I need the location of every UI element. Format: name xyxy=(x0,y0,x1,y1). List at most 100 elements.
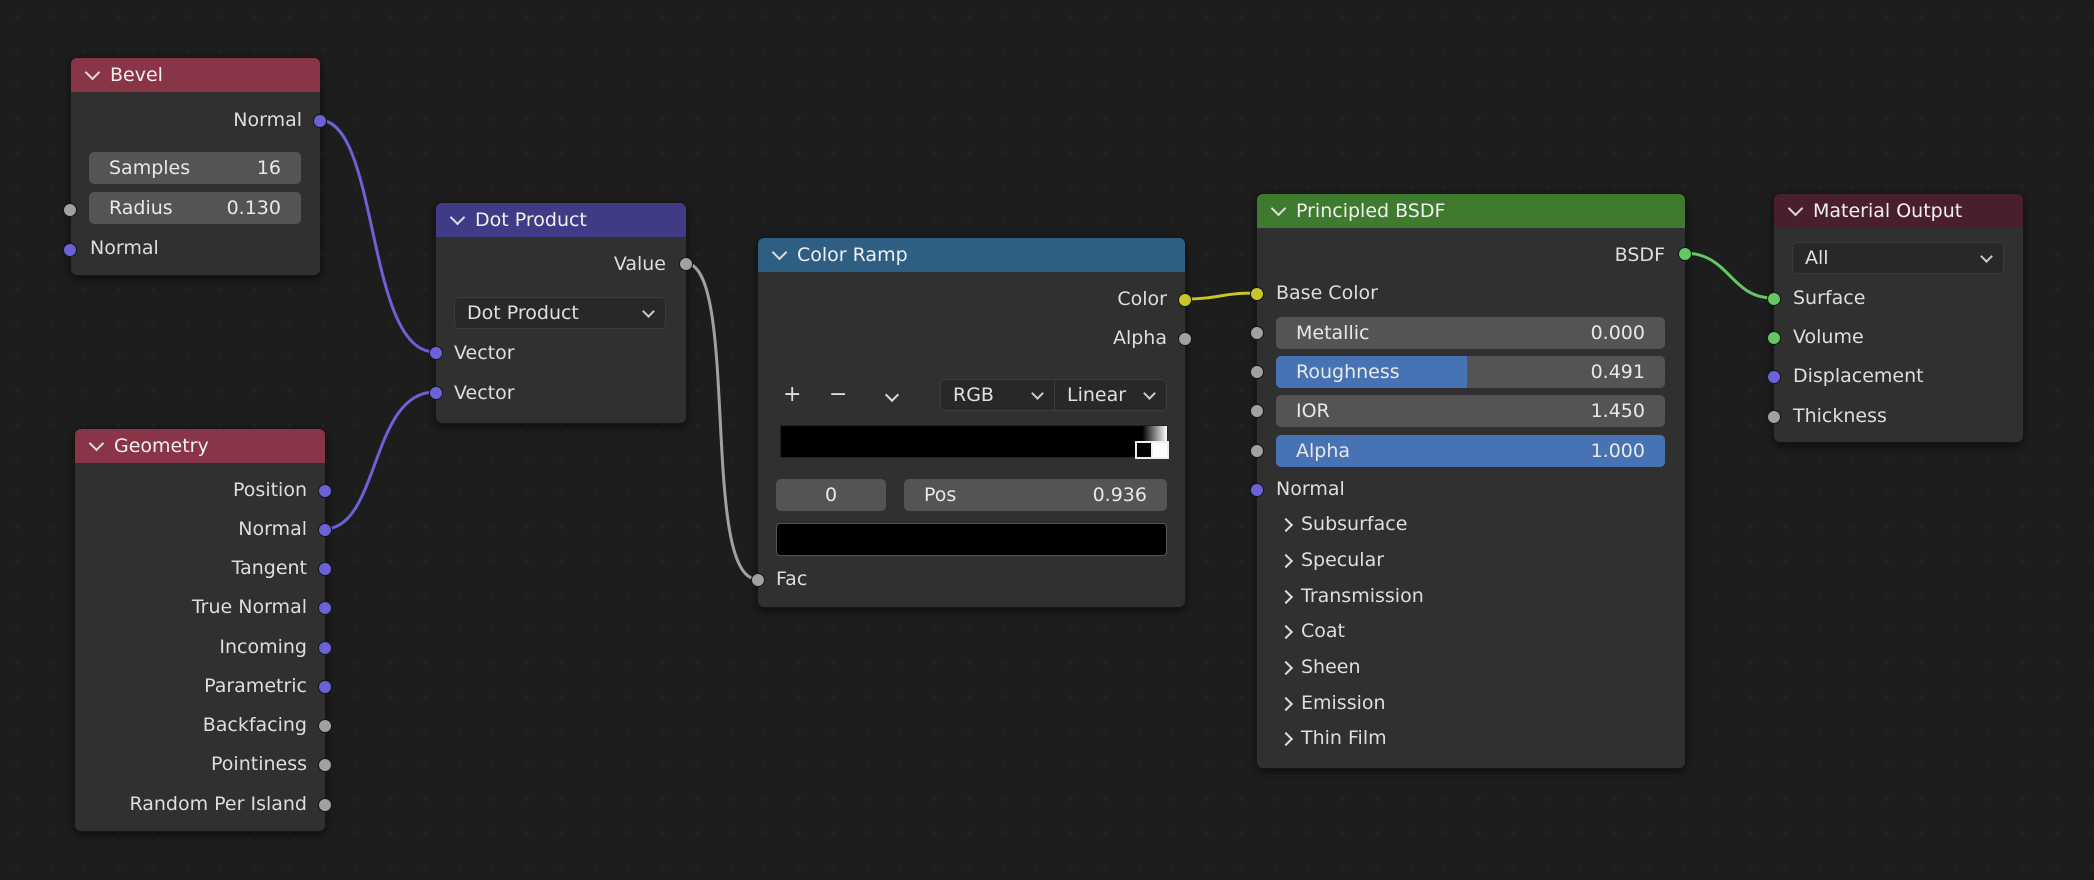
ior-input-socket[interactable] xyxy=(1250,404,1264,418)
panel-coat[interactable]: Coat xyxy=(1278,620,1345,642)
link-ramp-color-to-base-color[interactable] xyxy=(1183,291,1257,301)
chevron-down-icon xyxy=(1031,387,1044,400)
samples-label: Samples xyxy=(109,157,191,179)
bevel-radius-field[interactable]: Radius 0.130 xyxy=(89,192,301,224)
add-stop-button[interactable]: + xyxy=(783,382,801,407)
material-output-node[interactable]: Material Output All Surface Volume Displ… xyxy=(1773,193,2024,443)
position-socket[interactable] xyxy=(318,484,332,498)
metallic-input-socket[interactable] xyxy=(1250,326,1264,340)
panel-specular[interactable]: Specular xyxy=(1278,549,1384,571)
volume-input: Volume xyxy=(1793,326,1864,348)
normal-input-socket[interactable] xyxy=(1250,483,1264,497)
dot-vector-input-socket-2[interactable] xyxy=(429,386,443,400)
bevel-title: Bevel xyxy=(110,64,163,86)
geometry-output-tangent: Tangent xyxy=(231,557,307,579)
chevron-right-icon xyxy=(1278,731,1294,747)
bevel-input-normal: Normal xyxy=(90,237,159,259)
collapse-chevron-icon[interactable] xyxy=(1787,200,1804,217)
material-output-header[interactable]: Material Output xyxy=(1774,194,2023,228)
geometry-output-normal: Normal xyxy=(238,518,307,540)
metallic-field[interactable]: Metallic 0.000 xyxy=(1276,317,1665,349)
base-color-input-socket[interactable] xyxy=(1250,287,1264,301)
ior-field[interactable]: IOR 1.450 xyxy=(1276,395,1665,427)
true-normal-socket[interactable] xyxy=(318,601,332,615)
link-bevel-normal-to-dot-vector[interactable] xyxy=(318,118,436,354)
random-per-island-socket[interactable] xyxy=(318,798,332,812)
collapse-chevron-icon[interactable] xyxy=(771,244,788,261)
parametric-socket[interactable] xyxy=(318,680,332,694)
render-target-dropdown[interactable]: All xyxy=(1792,242,2004,274)
bsdf-output-socket[interactable] xyxy=(1678,247,1692,261)
bevel-radius-input-socket[interactable] xyxy=(63,203,77,217)
panel-sheen[interactable]: Sheen xyxy=(1278,656,1361,678)
chevron-right-icon xyxy=(1278,696,1294,712)
link-dot-value-to-ramp-fac[interactable] xyxy=(684,261,758,581)
backfacing-socket[interactable] xyxy=(318,719,332,733)
interpolation-dropdown[interactable]: Linear xyxy=(1054,379,1167,411)
geometry-node[interactable]: Geometry Position Normal Tangent True No… xyxy=(74,428,326,832)
geometry-output-random-per-island: Random Per Island xyxy=(129,793,307,815)
alpha-field[interactable]: Alpha 1.000 xyxy=(1276,435,1665,467)
dot-value-output-socket[interactable] xyxy=(679,257,693,271)
principled-bsdf-node[interactable]: Principled BSDF BSDF Base Color Metallic… xyxy=(1256,193,1686,769)
alpha-input-socket[interactable] xyxy=(1250,444,1264,458)
collapse-chevron-icon[interactable] xyxy=(84,64,101,81)
geometry-output-backfacing: Backfacing xyxy=(202,714,307,736)
panel-subsurface[interactable]: Subsurface xyxy=(1278,513,1408,535)
volume-input-socket[interactable] xyxy=(1767,331,1781,345)
normal-socket[interactable] xyxy=(318,523,332,537)
color-mode-dropdown[interactable]: RGB xyxy=(940,379,1055,411)
remove-stop-button[interactable]: − xyxy=(829,382,847,407)
ramp-fac-input-socket[interactable] xyxy=(751,573,765,587)
incoming-socket[interactable] xyxy=(318,641,332,655)
dot-product-header[interactable]: Dot Product xyxy=(436,203,686,237)
ior-label: IOR xyxy=(1296,400,1330,422)
roughness-input-socket[interactable] xyxy=(1250,365,1264,379)
dot-vector-input-socket-1[interactable] xyxy=(429,346,443,360)
roughness-field[interactable]: Roughness 0.491 xyxy=(1276,356,1665,388)
ramp-input-fac: Fac xyxy=(776,568,808,590)
color-ramp-gradient[interactable] xyxy=(780,425,1169,459)
surface-input-socket[interactable] xyxy=(1767,292,1781,306)
dot-input-vector-2: Vector xyxy=(454,382,515,404)
collapse-chevron-icon[interactable] xyxy=(1270,200,1287,217)
link-geometry-normal-to-dot-vector[interactable] xyxy=(323,390,436,531)
ramp-options-chevron-icon[interactable] xyxy=(884,387,900,403)
dot-operation-dropdown[interactable]: Dot Product xyxy=(454,297,666,329)
collapse-chevron-icon[interactable] xyxy=(88,435,105,452)
bevel-node[interactable]: Bevel Normal Samples 16 Radius 0.130 Nor… xyxy=(70,57,321,276)
thickness-input: Thickness xyxy=(1793,405,1887,427)
bevel-samples-field[interactable]: Samples 16 xyxy=(89,152,301,184)
panel-transmission[interactable]: Transmission xyxy=(1278,585,1424,607)
geometry-header[interactable]: Geometry xyxy=(75,429,325,463)
geometry-output-parametric: Parametric xyxy=(204,675,307,697)
panel-emission[interactable]: Emission xyxy=(1278,692,1386,714)
roughness-value: 0.491 xyxy=(1590,361,1645,383)
bevel-header[interactable]: Bevel xyxy=(71,58,320,92)
chevron-down-icon xyxy=(1143,387,1156,400)
ramp-color-output-socket[interactable] xyxy=(1178,293,1192,307)
stop-position-field[interactable]: Pos 0.936 xyxy=(904,479,1167,511)
displacement-input-socket[interactable] xyxy=(1767,370,1781,384)
ramp-stop-handle-white[interactable] xyxy=(1151,441,1169,459)
bevel-normal-output-socket[interactable] xyxy=(313,114,327,128)
stop-color-swatch[interactable] xyxy=(776,523,1167,556)
pointiness-socket[interactable] xyxy=(318,758,332,772)
color-ramp-header[interactable]: Color Ramp xyxy=(758,238,1185,272)
tangent-socket[interactable] xyxy=(318,562,332,576)
chevron-right-icon xyxy=(1278,553,1294,569)
link-bsdf-to-surface[interactable] xyxy=(1683,251,1774,300)
ramp-alpha-output-socket[interactable] xyxy=(1178,332,1192,346)
principled-bsdf-header[interactable]: Principled BSDF xyxy=(1257,194,1685,228)
color-ramp-node[interactable]: Color Ramp Color Alpha + − RGB Linear 0 … xyxy=(757,237,1186,608)
metallic-value: 0.000 xyxy=(1590,322,1645,344)
panel-thin-film[interactable]: Thin Film xyxy=(1278,727,1387,749)
radius-label: Radius xyxy=(109,197,173,219)
dot-product-node[interactable]: Dot Product Value Dot Product Vector Vec… xyxy=(435,202,687,424)
thickness-input-socket[interactable] xyxy=(1767,410,1781,424)
panel-label: Subsurface xyxy=(1301,513,1408,535)
collapse-chevron-icon[interactable] xyxy=(449,209,466,226)
geometry-title: Geometry xyxy=(114,435,209,457)
bevel-normal-input-socket[interactable] xyxy=(63,243,77,257)
active-stop-index-field[interactable]: 0 xyxy=(776,479,886,511)
